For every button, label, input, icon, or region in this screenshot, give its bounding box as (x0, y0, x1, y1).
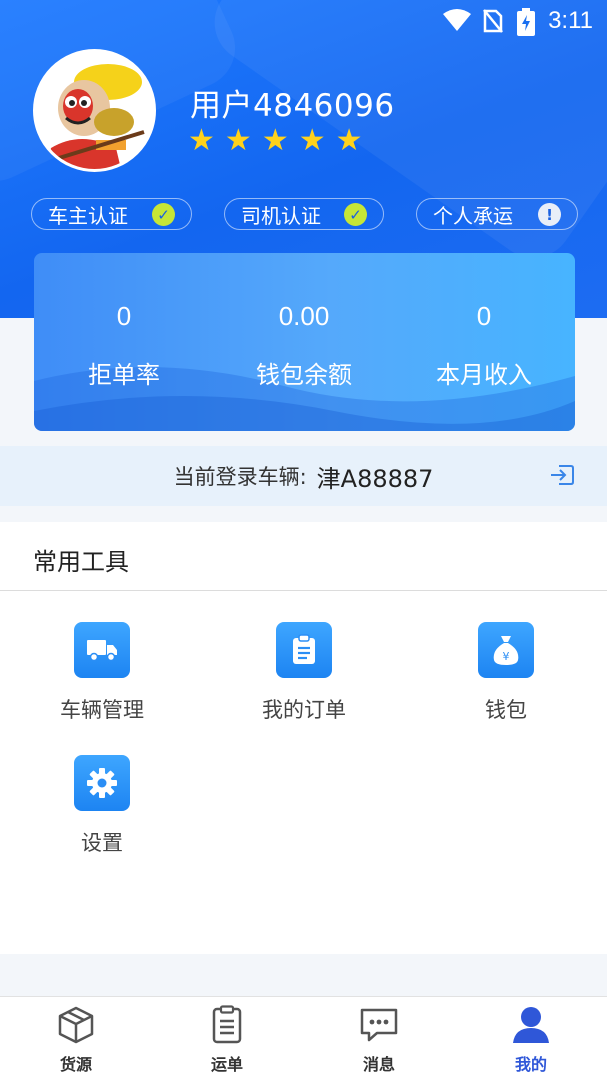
check-circle-icon: ✓ (152, 203, 175, 226)
stat-value: 0 (116, 301, 132, 331)
tab-waybill[interactable]: 运单 (177, 1005, 277, 1075)
stats-card: 0 拒单率 0.00 钱包余额 0 本月收入 (34, 253, 575, 431)
tool-label: 钱包 (485, 698, 527, 722)
tab-cargo-source[interactable]: 货源 (26, 1005, 126, 1075)
stat-monthly-income[interactable]: 0 本月收入 (394, 301, 574, 390)
username: 用户4846096 (190, 88, 395, 124)
tab-label: 我的 (514, 1055, 547, 1074)
svg-text:¥: ¥ (503, 650, 510, 663)
tool-label: 设置 (81, 831, 123, 855)
switch-vehicle-icon[interactable] (549, 463, 575, 491)
stat-value: 0.00 (278, 301, 330, 331)
gear-icon (74, 755, 130, 811)
document-icon (212, 1005, 242, 1044)
money-bag-icon: ¥ (478, 622, 534, 678)
truck-icon (74, 622, 130, 678)
badge-driver-verification[interactable]: 司机认证 ✓ (224, 198, 384, 230)
tool-settings[interactable]: 设置 (2, 755, 202, 857)
tool-wallet[interactable]: ¥ 钱包 (406, 622, 606, 724)
avatar-image (36, 52, 152, 169)
badge-label: 司机认证 (241, 203, 321, 228)
stat-label: 拒单率 (88, 361, 160, 389)
stat-label: 本月收入 (436, 361, 532, 389)
battery-icon (517, 8, 535, 42)
tools-section: 常用工具 车辆管理 我的订单 ¥ 钱包 设置 (0, 522, 607, 954)
stat-label: 钱包余额 (256, 361, 352, 389)
tool-my-orders[interactable]: 我的订单 (204, 622, 404, 724)
vehicle-plate: 津A88887 (316, 464, 434, 493)
tab-label: 消息 (362, 1055, 395, 1074)
section-title: 常用工具 (33, 548, 129, 576)
star-icon: ★ (298, 123, 326, 158)
tab-messages[interactable]: 消息 (329, 1005, 429, 1075)
star-icon: ★ (224, 123, 252, 158)
badge-owner-verification[interactable]: 车主认证 ✓ (31, 198, 192, 230)
tool-label: 我的订单 (262, 698, 346, 722)
status-time: 3:11 (548, 7, 593, 34)
tab-mine[interactable]: 我的 (481, 1005, 581, 1075)
clipboard-icon (276, 622, 332, 678)
star-icon: ★ (188, 123, 215, 158)
tool-label: 车辆管理 (60, 698, 144, 722)
tool-vehicle-management[interactable]: 车辆管理 (2, 622, 202, 724)
box-icon (58, 1006, 94, 1044)
badge-personal-carrier[interactable]: 个人承运 ! (416, 198, 578, 230)
stat-value: 0 (476, 301, 492, 331)
tab-label: 货源 (59, 1055, 92, 1074)
bottom-tab-bar: 货源 运单 消息 我的 (0, 996, 607, 1080)
check-circle-icon: ✓ (344, 203, 367, 226)
star-icon: ★ (261, 123, 289, 158)
chat-icon (360, 1008, 398, 1042)
vehicle-label: 当前登录车辆: (173, 465, 307, 489)
warning-circle-icon: ! (538, 203, 561, 226)
star-icon: ★ (335, 123, 363, 158)
divider (0, 590, 607, 591)
stat-wallet-balance[interactable]: 0.00 钱包余额 (214, 301, 394, 390)
badge-label: 个人承运 (433, 203, 513, 228)
no-sim-icon (483, 9, 503, 39)
stat-rejection-rate[interactable]: 0 拒单率 (34, 301, 214, 390)
user-icon (513, 1007, 549, 1043)
status-bar: 3:11 (0, 0, 607, 42)
badge-label: 车主认证 (48, 203, 128, 228)
rating-stars: ★ ★ ★ ★ ★ (188, 126, 363, 156)
current-vehicle-bar[interactable]: 当前登录车辆: 津A88887 (0, 446, 607, 506)
avatar[interactable] (33, 49, 156, 172)
wifi-icon (442, 9, 472, 39)
tab-label: 运单 (210, 1055, 243, 1074)
